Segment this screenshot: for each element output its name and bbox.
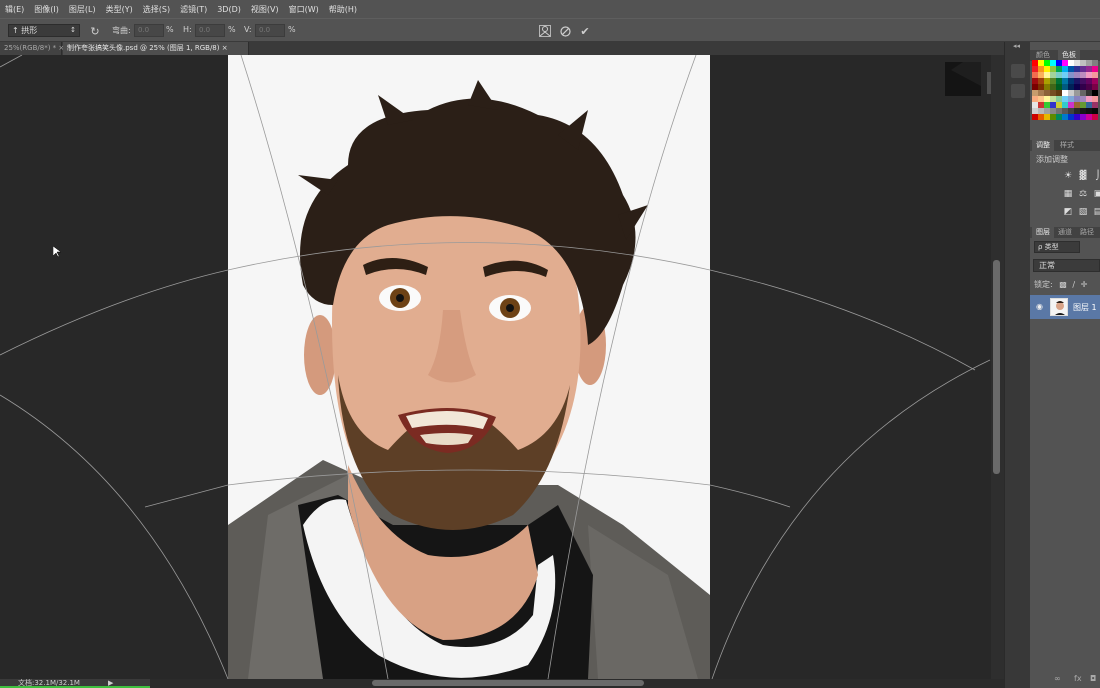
- chevron-updown-icon: ↕: [70, 26, 76, 34]
- horizontal-scroll-thumb[interactable]: [372, 680, 644, 686]
- swatch-9-10[interactable]: [1092, 114, 1098, 120]
- v-unit: %: [288, 25, 296, 34]
- brightness-icon[interactable]: ☀: [1062, 171, 1074, 181]
- document-tab-bar: 25%(RGB/8*) * × 制作夸张搞笑头像.psd @ 25% (图层 1…: [0, 42, 1004, 55]
- curves-icon[interactable]: ⌡: [1092, 171, 1100, 181]
- layer-filter-select[interactable]: ρ 类型: [1034, 241, 1080, 253]
- adjust-panel-tabs: 调整 样式: [1030, 140, 1100, 151]
- tab-channels[interactable]: 通道: [1054, 227, 1076, 238]
- blend-mode-select[interactable]: 正常: [1033, 259, 1100, 272]
- h-unit: %: [228, 25, 236, 34]
- hue-saturation-icon[interactable]: ▦: [1062, 189, 1074, 199]
- h-field[interactable]: 0.0: [195, 24, 225, 37]
- menu-image[interactable]: 图像(I): [29, 4, 64, 15]
- tab-layers[interactable]: 图层: [1032, 227, 1054, 238]
- commit-transform-icon[interactable]: ✔: [578, 24, 592, 38]
- warp-style-value: 拱形: [21, 26, 38, 35]
- puppet-warp-icon[interactable]: [538, 24, 552, 38]
- link-layers-icon[interactable]: ∞: [1054, 674, 1061, 683]
- menu-view[interactable]: 视图(V): [246, 4, 284, 15]
- tab-styles[interactable]: 样式: [1056, 140, 1078, 151]
- tab-paths[interactable]: 路径: [1076, 227, 1098, 238]
- layer-row[interactable]: ◉ 图层 1: [1030, 295, 1100, 319]
- cancel-transform-icon[interactable]: [558, 24, 572, 38]
- fx-icon[interactable]: fx: [1074, 674, 1082, 683]
- menu-select[interactable]: 选择(S): [138, 4, 175, 15]
- right-panels: 颜色 色板 调整 样式 添加调整 ☀ ▓ ⌡ ▦ ⚖ ▣ ◩ ▧ ▤ 图层 通道…: [1030, 42, 1100, 688]
- eye-icon[interactable]: ◉: [1036, 302, 1043, 311]
- h-label: H:: [183, 25, 192, 34]
- selective-color-icon[interactable]: ▤: [1092, 207, 1100, 217]
- warp-orientation-icon[interactable]: ↻: [88, 24, 102, 38]
- status-bar: 文档:32.1M/32.1M ▶: [0, 679, 150, 688]
- options-bar: ↑ 拱形 ↕ ↻ 弯曲: 0.0 % H: 0.0 % V: 0.0 % ✔: [0, 18, 1100, 42]
- history-icon[interactable]: [1011, 64, 1025, 78]
- panel-icon-strip: ◂◂: [1004, 42, 1030, 688]
- tab-document-1[interactable]: 25%(RGB/8*) * ×: [0, 42, 64, 55]
- menu-help[interactable]: 帮助(H): [324, 4, 362, 15]
- invert-icon[interactable]: ◩: [1062, 207, 1074, 217]
- warp-icon: ↑: [12, 26, 22, 35]
- lock-transparency-icon[interactable]: ▩: [1059, 280, 1067, 289]
- layers-panel-tabs: 图层 通道 路径: [1030, 227, 1100, 238]
- layer-name: 图层 1: [1073, 303, 1097, 312]
- gradient-map-icon[interactable]: ▧: [1077, 207, 1089, 217]
- levels-icon[interactable]: ▓: [1077, 171, 1089, 181]
- menu-bar: 辑(E) 图像(I) 图层(L) 类型(Y) 选择(S) 滤镜(T) 3D(D)…: [0, 0, 1100, 18]
- collapse-panels-icon[interactable]: ◂◂: [1013, 42, 1020, 50]
- v-field[interactable]: 0.0: [255, 24, 285, 37]
- menu-filter[interactable]: 滤镜(T): [175, 4, 212, 15]
- menu-3d[interactable]: 3D(D): [212, 5, 246, 14]
- lock-move-icon[interactable]: ✛: [1081, 280, 1088, 289]
- tab-document-2[interactable]: 制作夸张搞笑头像.psd @ 25% (图层 1, RGB/8) ×: [63, 42, 249, 55]
- black-white-icon[interactable]: ▣: [1092, 189, 1100, 199]
- color-balance-icon[interactable]: ⚖: [1077, 189, 1089, 199]
- layer-bottom-toolbar: ∞ fx ◘: [1030, 674, 1100, 688]
- warp-style-select[interactable]: ↑ 拱形 ↕: [8, 24, 80, 37]
- lock-brush-icon[interactable]: ∕: [1072, 280, 1075, 289]
- canvas-area[interactable]: [0, 55, 991, 679]
- bend-unit: %: [166, 25, 174, 34]
- v-label: V:: [244, 25, 252, 34]
- vertical-scrollbar[interactable]: [991, 55, 1004, 679]
- mask-icon[interactable]: ◘: [1090, 674, 1096, 683]
- bend-label: 弯曲:: [112, 26, 131, 35]
- menu-type[interactable]: 类型(Y): [101, 4, 138, 15]
- lock-label: 锁定:: [1034, 280, 1053, 289]
- menu-window[interactable]: 窗口(W): [284, 4, 324, 15]
- properties-icon[interactable]: [1011, 84, 1025, 98]
- menu-edit[interactable]: 辑(E): [0, 4, 29, 15]
- mouse-cursor-icon: [52, 245, 62, 260]
- bend-field[interactable]: 0.0: [134, 24, 164, 37]
- warp-mesh-overlay[interactable]: [0, 55, 991, 679]
- layer-thumbnail: [1050, 298, 1068, 316]
- menu-layer[interactable]: 图层(L): [64, 4, 101, 15]
- vertical-scroll-thumb[interactable]: [993, 260, 1000, 474]
- lock-row: 锁定: ▩ ∕ ✛: [1034, 279, 1087, 290]
- swatch-grid[interactable]: [1032, 60, 1100, 126]
- tab-adjustments[interactable]: 调整: [1032, 140, 1054, 151]
- horizontal-scrollbar[interactable]: [0, 679, 1004, 688]
- add-adjustment-label: 添加调整: [1036, 155, 1068, 164]
